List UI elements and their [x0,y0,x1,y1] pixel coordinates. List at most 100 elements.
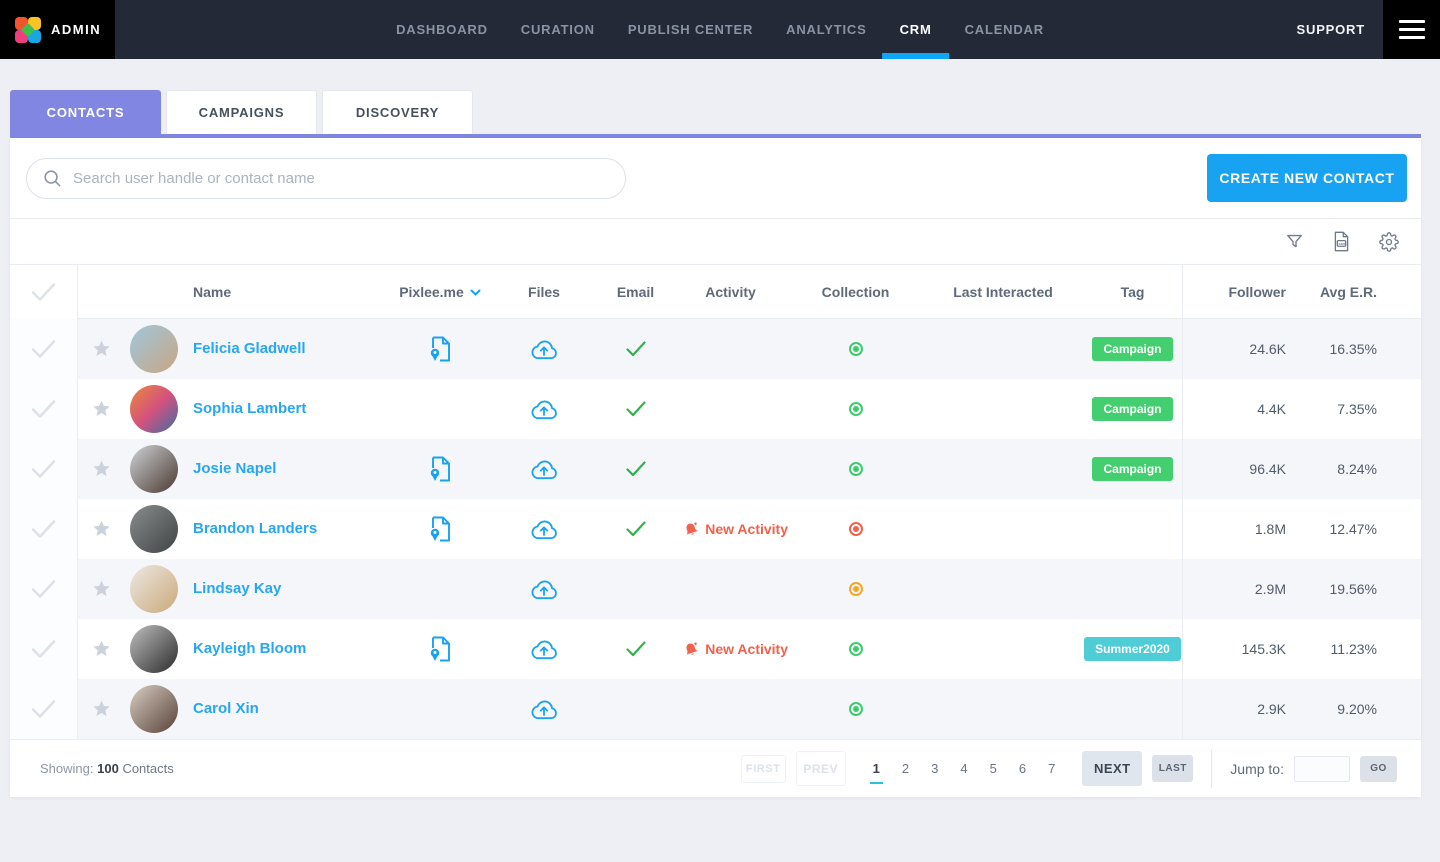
select-all-checkbox[interactable] [10,265,78,319]
nav-support[interactable]: SUPPORT [1297,0,1365,59]
table-row: Carol Xin 2.9K 9.20% [10,679,1421,739]
new-activity-label: New Activity [705,641,788,657]
contact-name-link[interactable]: Carol Xin [183,700,259,717]
search-input[interactable] [73,169,609,187]
create-new-contact-button[interactable]: CREATE NEW CONTACT [1207,154,1407,202]
favorite-star-icon[interactable] [78,520,125,538]
settings-icon[interactable] [1379,231,1399,252]
check-icon [31,400,55,418]
nav-item-dashboard[interactable]: DASHBOARD [396,0,488,59]
favorite-star-icon[interactable] [78,340,125,358]
upload-files-icon[interactable] [490,459,598,480]
favorite-star-icon[interactable] [78,640,125,658]
prev-page-button[interactable]: PREV [795,751,846,786]
pixlee-me-page-icon[interactable] [390,636,490,662]
col-header-follower: Follower [1182,265,1300,319]
filter-icon[interactable] [1285,232,1304,251]
col-header-pixlee-me[interactable]: Pixlee.me [390,284,490,300]
table-row: Josie Napel Campaign 96.4K 8.24% [10,439,1421,499]
row-checkbox[interactable] [10,439,78,499]
hamburger-menu-icon[interactable] [1383,0,1440,59]
brand-logo[interactable]: ADMIN [0,0,115,59]
nav-item-calendar[interactable]: CALENDAR [965,0,1044,59]
email-verified-icon [598,460,673,478]
avatar[interactable] [130,625,178,673]
contact-name-link[interactable]: Lindsay Kay [183,580,281,597]
next-page-button[interactable]: NEXT [1082,751,1143,786]
pager-divider [1211,749,1213,788]
pixlee-me-page-icon[interactable] [390,456,490,482]
top-nav: ADMIN DASHBOARD CURATION PUBLISH CENTER ANA… [0,0,1440,59]
nav-item-curation[interactable]: CURATION [521,0,595,59]
table-toolbar: csv [10,219,1421,265]
table-header: Name Pixlee.me Files Email Activity Coll… [10,265,1421,319]
row-checkbox[interactable] [10,319,78,379]
email-verified-icon [598,640,673,658]
page-number-5[interactable]: 5 [979,755,1008,782]
collection-status-dot [848,582,863,596]
tabs-bar: CONTACTS CAMPAIGNS DISCOVERY [0,59,1440,134]
avatar[interactable] [130,565,178,613]
avatar[interactable] [130,685,178,733]
jump-to-input[interactable] [1294,755,1350,782]
tab-discovery[interactable]: DISCOVERY [322,90,473,134]
csv-export-icon[interactable]: csv [1332,231,1351,252]
upload-files-icon[interactable] [490,579,598,600]
nav-item-crm[interactable]: CRM [882,0,949,59]
avatar[interactable] [130,505,178,553]
col-header-collection: Collection [821,284,890,300]
nav-item-analytics[interactable]: ANALYTICS [786,0,866,59]
row-checkbox[interactable] [10,619,78,679]
tag-badge: Campaign [1092,457,1173,481]
check-icon [31,700,55,718]
upload-files-icon[interactable] [490,339,598,360]
email-verified-icon [598,400,673,418]
page-number-6[interactable]: 6 [1008,755,1037,782]
tab-campaigns[interactable]: CAMPAIGNS [166,90,317,134]
contact-name-link[interactable]: Brandon Landers [183,520,317,537]
row-checkbox[interactable] [10,679,78,739]
upload-files-icon[interactable] [490,699,598,720]
row-checkbox[interactable] [10,379,78,439]
collection-status-dot [848,642,863,656]
new-activity-label: New Activity [705,521,788,537]
favorite-star-icon[interactable] [78,400,125,418]
collection-status-dot [848,702,863,716]
contact-name-link[interactable]: Felicia Gladwell [183,340,306,357]
upload-files-icon[interactable] [490,519,598,540]
nav-item-publish-center[interactable]: PUBLISH CENTER [628,0,753,59]
page-number-2[interactable]: 2 [891,755,920,782]
contact-name-link[interactable]: Sophia Lambert [183,400,306,417]
tag-badge: Summer2020 [1084,637,1181,661]
avatar[interactable] [130,325,178,373]
check-icon [31,520,55,538]
tab-contacts[interactable]: CONTACTS [10,90,161,134]
contact-name-link[interactable]: Josie Napel [183,460,276,477]
avatar[interactable] [130,445,178,493]
collection-status-dot [848,342,863,356]
follower-count: 4.4K [1182,379,1300,439]
pixlee-me-page-icon[interactable] [390,516,490,542]
first-page-button[interactable]: FIRST [740,754,786,783]
search-box [26,157,626,199]
avatar[interactable] [130,385,178,433]
page-number-4[interactable]: 4 [949,755,978,782]
tag-badge: Campaign [1092,337,1173,361]
favorite-star-icon[interactable] [78,460,125,478]
row-checkbox[interactable] [10,559,78,619]
favorite-star-icon[interactable] [78,580,125,598]
collection-status-dot [848,462,863,476]
collection-status-dot [848,402,863,416]
page-number-7[interactable]: 7 [1037,755,1066,782]
favorite-star-icon[interactable] [78,700,125,718]
page-number-3[interactable]: 3 [920,755,949,782]
pixlee-me-page-icon[interactable] [390,336,490,362]
upload-files-icon[interactable] [490,399,598,420]
page-number-1[interactable]: 1 [862,755,891,784]
upload-files-icon[interactable] [490,639,598,660]
last-page-button[interactable]: LAST [1152,755,1194,782]
contact-name-link[interactable]: Kayleigh Bloom [183,640,306,657]
row-checkbox[interactable] [10,499,78,559]
go-button[interactable]: GO [1360,755,1397,782]
avg-er-value: 12.47% [1329,521,1377,537]
